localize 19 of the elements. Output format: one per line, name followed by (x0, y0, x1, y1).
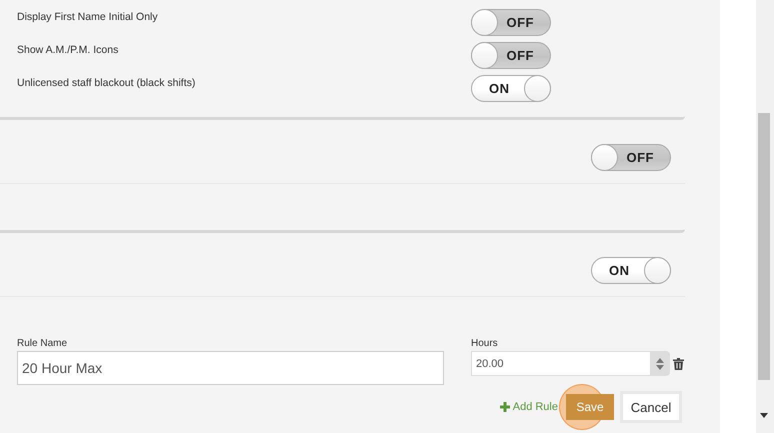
toggle-switch[interactable]: OFF (471, 9, 551, 36)
setting-label: Show A.M./P.M. Icons (17, 43, 120, 56)
scrollbar-thumb[interactable] (758, 113, 770, 380)
hours-field[interactable]: 20.00 (471, 351, 650, 376)
cancel-button[interactable]: Cancel (620, 391, 682, 423)
field-label: Rule Name (17, 338, 68, 349)
toggle-switch[interactable]: OFF (591, 144, 671, 171)
toggle-switch[interactable]: ON (471, 75, 551, 102)
trash-icon[interactable] (673, 358, 684, 370)
scrollbar[interactable] (756, 0, 774, 433)
field-label: Hours (471, 338, 499, 349)
toggle-switch[interactable]: OFF (471, 42, 551, 69)
plus-icon (500, 402, 510, 412)
toggle-switch[interactable]: ON (591, 257, 671, 284)
add-rule-text: Add Rule (512, 401, 558, 413)
rule-name-field[interactable]: 20 Hour Max (17, 351, 444, 385)
setting-label: Display First Name Initial Only (17, 10, 159, 23)
setting-label: Unlicensed staff blackout (black shifts) (17, 76, 196, 89)
scroll-down-icon[interactable] (760, 413, 768, 418)
